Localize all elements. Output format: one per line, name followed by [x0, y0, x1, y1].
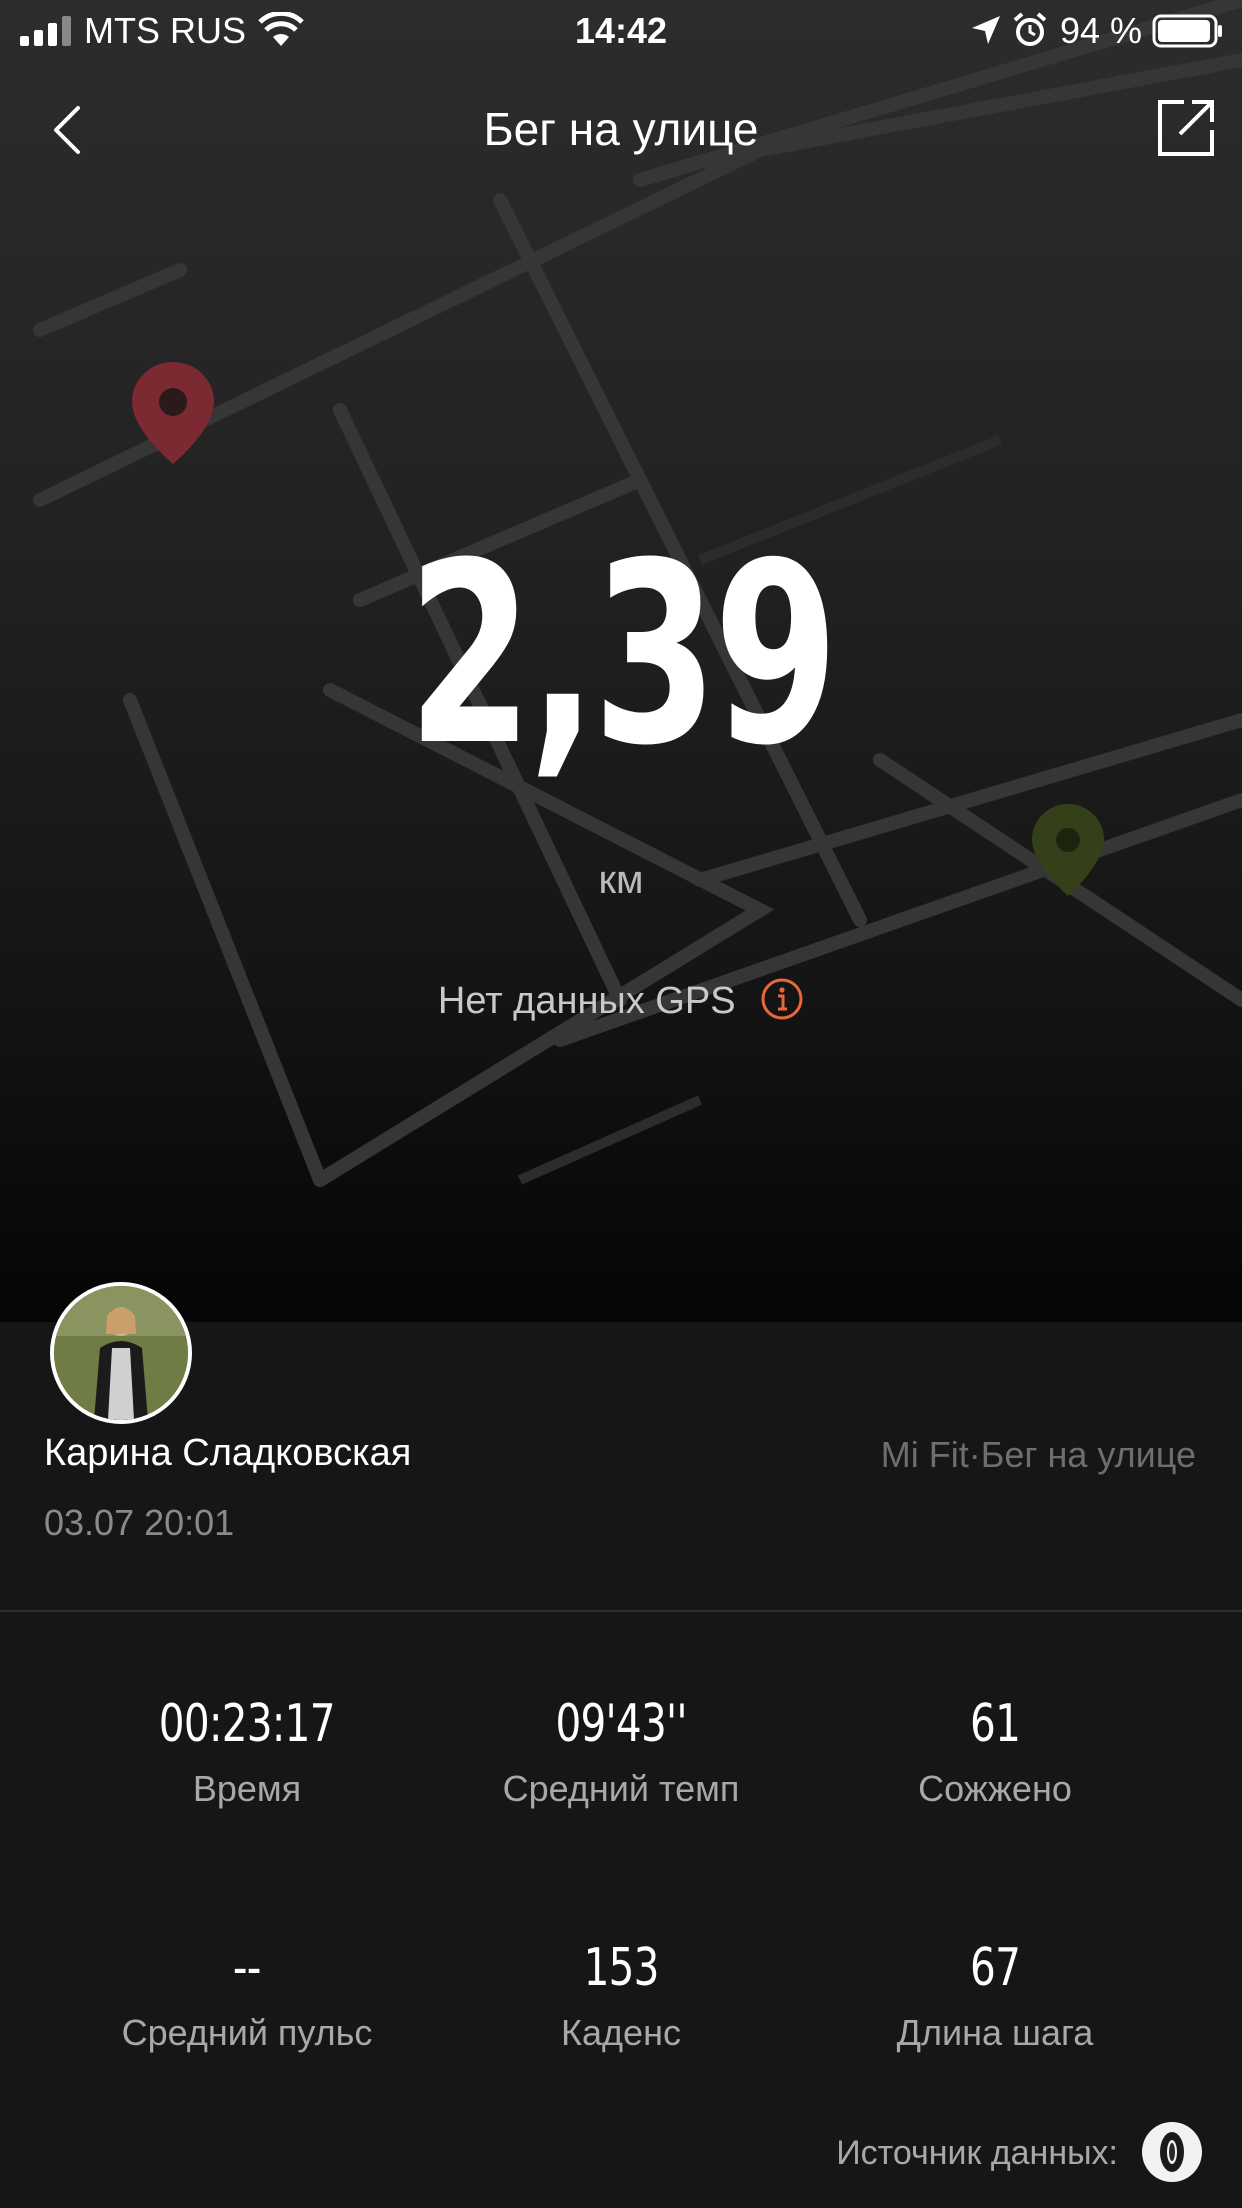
user-name: Карина Сладковская: [44, 1432, 412, 1474]
stat-label: Средний темп: [502, 1768, 740, 1809]
status-time: 14:42: [574, 10, 668, 51]
stat-label: Каденс: [561, 2012, 681, 2053]
stat-cadence: 153 Каденс: [414, 1938, 828, 2054]
data-source-label: Источник данных:: [836, 2134, 1118, 2172]
start-marker-icon: [132, 362, 214, 464]
fitness-band-glyph: [1160, 2132, 1184, 2172]
location-arrow-icon: [972, 16, 1000, 44]
stat-value: 67: [969, 1938, 1021, 1998]
alarm-icon: [1013, 12, 1047, 46]
stat-label: Время: [192, 1768, 302, 1809]
fitness-band-icon[interactable]: [1142, 2122, 1202, 2182]
gps-note-text: Нет данных GPS: [437, 980, 736, 1022]
stat-value: 153: [583, 1938, 659, 1998]
workout-source: Mi Fit·Бег на улице: [880, 1434, 1196, 1475]
distance-value: 2,39: [407, 509, 839, 800]
stat-avg-heart-rate: -- Средний пульс: [40, 1938, 454, 2054]
gps-note: Нет данных GPS: [0, 977, 1242, 1025]
share-icon: [1158, 100, 1214, 156]
page-title: Бег на улице: [483, 103, 759, 155]
stat-value: 09'43'': [555, 1694, 687, 1754]
avatar[interactable]: [50, 1282, 192, 1424]
stat-label: Длина шага: [896, 2012, 1094, 2053]
stat-calories: 61 Сожжено: [788, 1694, 1202, 1810]
battery-percent: 94 %: [1060, 10, 1143, 51]
stat-value: --: [233, 1938, 261, 1998]
stat-label: Средний пульс: [121, 2012, 373, 2053]
stat-stride-length: 67 Длина шага: [788, 1938, 1202, 2054]
stat-value: 61: [969, 1694, 1021, 1754]
nav-bar: Бег на улице: [0, 90, 1242, 166]
share-button[interactable]: [1154, 96, 1218, 160]
battery-icon: [1152, 14, 1222, 48]
stat-label: Сожжено: [918, 1768, 1072, 1809]
divider: [0, 1610, 1242, 1612]
stat-avg-pace: 09'43'' Средний темп: [414, 1694, 828, 1810]
distance-unit: км: [598, 858, 644, 902]
avatar-photo: [54, 1286, 188, 1420]
workout-date: 03.07 20:01: [44, 1502, 235, 1543]
status-bar: MTS RUS 14:42 94 %: [0, 0, 1242, 62]
stat-value: 00:23:17: [159, 1694, 336, 1754]
profile-section: Карина Сладковская 03.07 20:01 Mi Fit·Бе…: [0, 1282, 1242, 1612]
info-icon[interactable]: [760, 977, 804, 1021]
stat-time: 00:23:17 Время: [40, 1694, 454, 1810]
